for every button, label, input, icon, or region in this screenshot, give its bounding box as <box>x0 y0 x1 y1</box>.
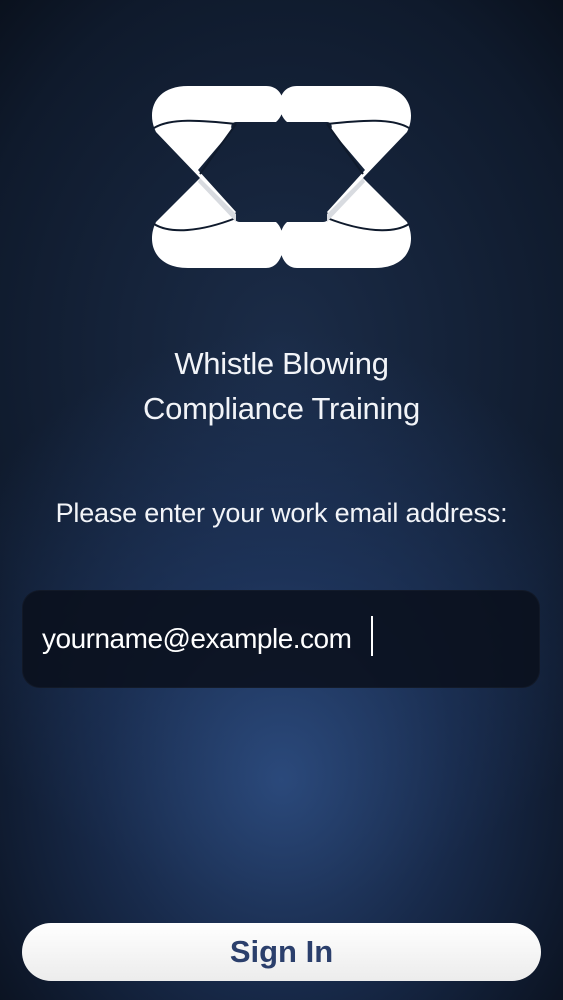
app-title-line-2: Compliance Training <box>143 391 420 426</box>
sign-in-button[interactable]: Sign In <box>22 923 541 981</box>
login-screen: Whistle Blowing Compliance Training Plea… <box>0 0 563 1000</box>
sigma-ribbon-logo-icon <box>151 86 412 268</box>
text-caret <box>371 616 373 656</box>
email-prompt-label: Please enter your work email address: <box>55 498 508 528</box>
email-field-container[interactable] <box>22 590 540 688</box>
email-input[interactable] <box>42 590 522 688</box>
app-title-line-1: Whistle Blowing <box>174 346 389 381</box>
